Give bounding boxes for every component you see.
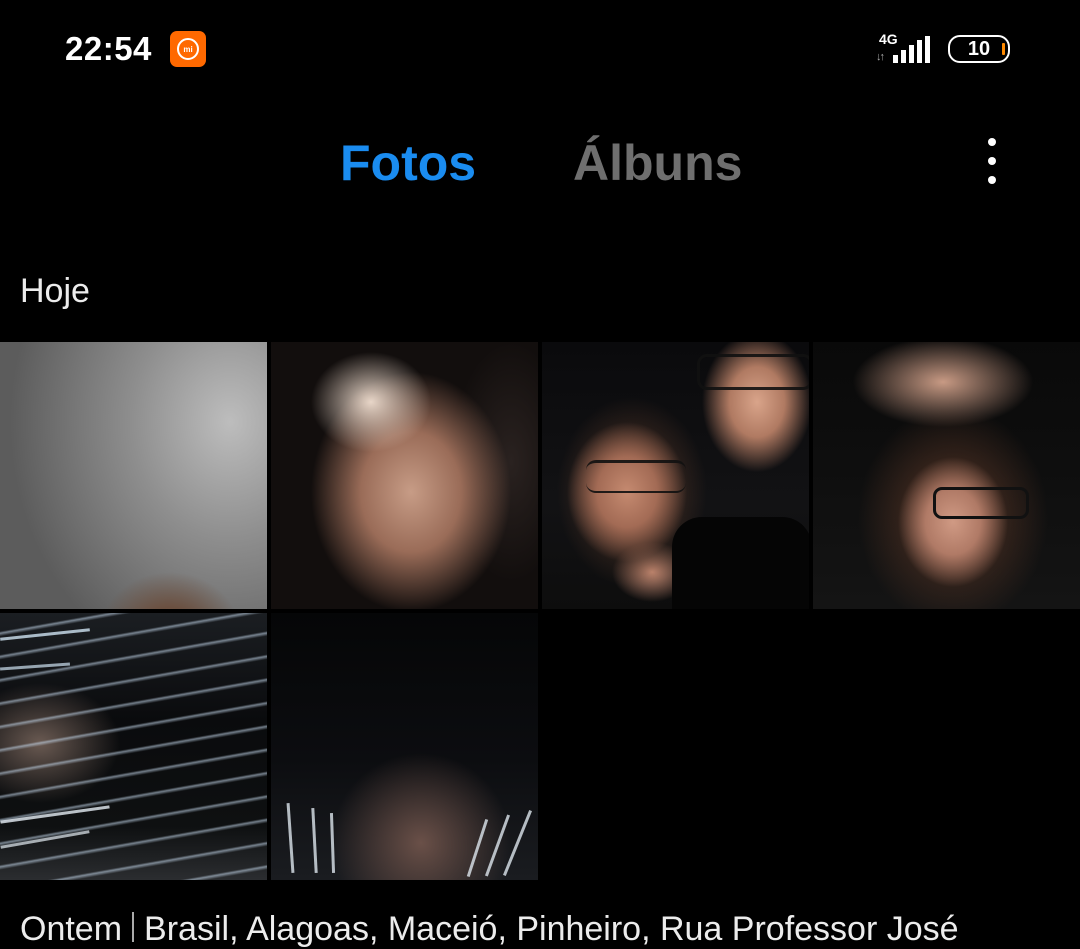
photo-thumbnail[interactable] (271, 613, 538, 880)
signal-bars-icon (893, 36, 933, 63)
photo-thumbnail[interactable] (0, 613, 267, 880)
photo-thumbnail[interactable] (271, 342, 538, 609)
section-date: Ontem (20, 910, 123, 948)
section-location[interactable]: Brasil, Alagoas, Maceió, Pinheiro, Rua P… (144, 910, 959, 948)
data-arrows-icon: ↓↑ (876, 51, 885, 63)
battery-icon: 10 (948, 35, 1010, 63)
photo-thumbnail[interactable] (813, 342, 1080, 609)
status-time: 22:54 (65, 30, 152, 67)
tab-albuns[interactable]: Álbuns (573, 133, 742, 193)
battery-level: 10 (967, 37, 991, 60)
section-header-today: Hoje (20, 272, 90, 310)
tab-fotos[interactable]: Fotos (340, 133, 476, 193)
photo-thumbnail[interactable] (0, 342, 267, 609)
mi-notification-icon: mi (170, 31, 206, 67)
photo-thumbnail[interactable] (542, 342, 809, 609)
more-vertical-icon[interactable] (978, 134, 1006, 188)
section-header-yesterday: Ontem Brasil, Alagoas, Maceió, Pinheiro, … (20, 910, 959, 949)
